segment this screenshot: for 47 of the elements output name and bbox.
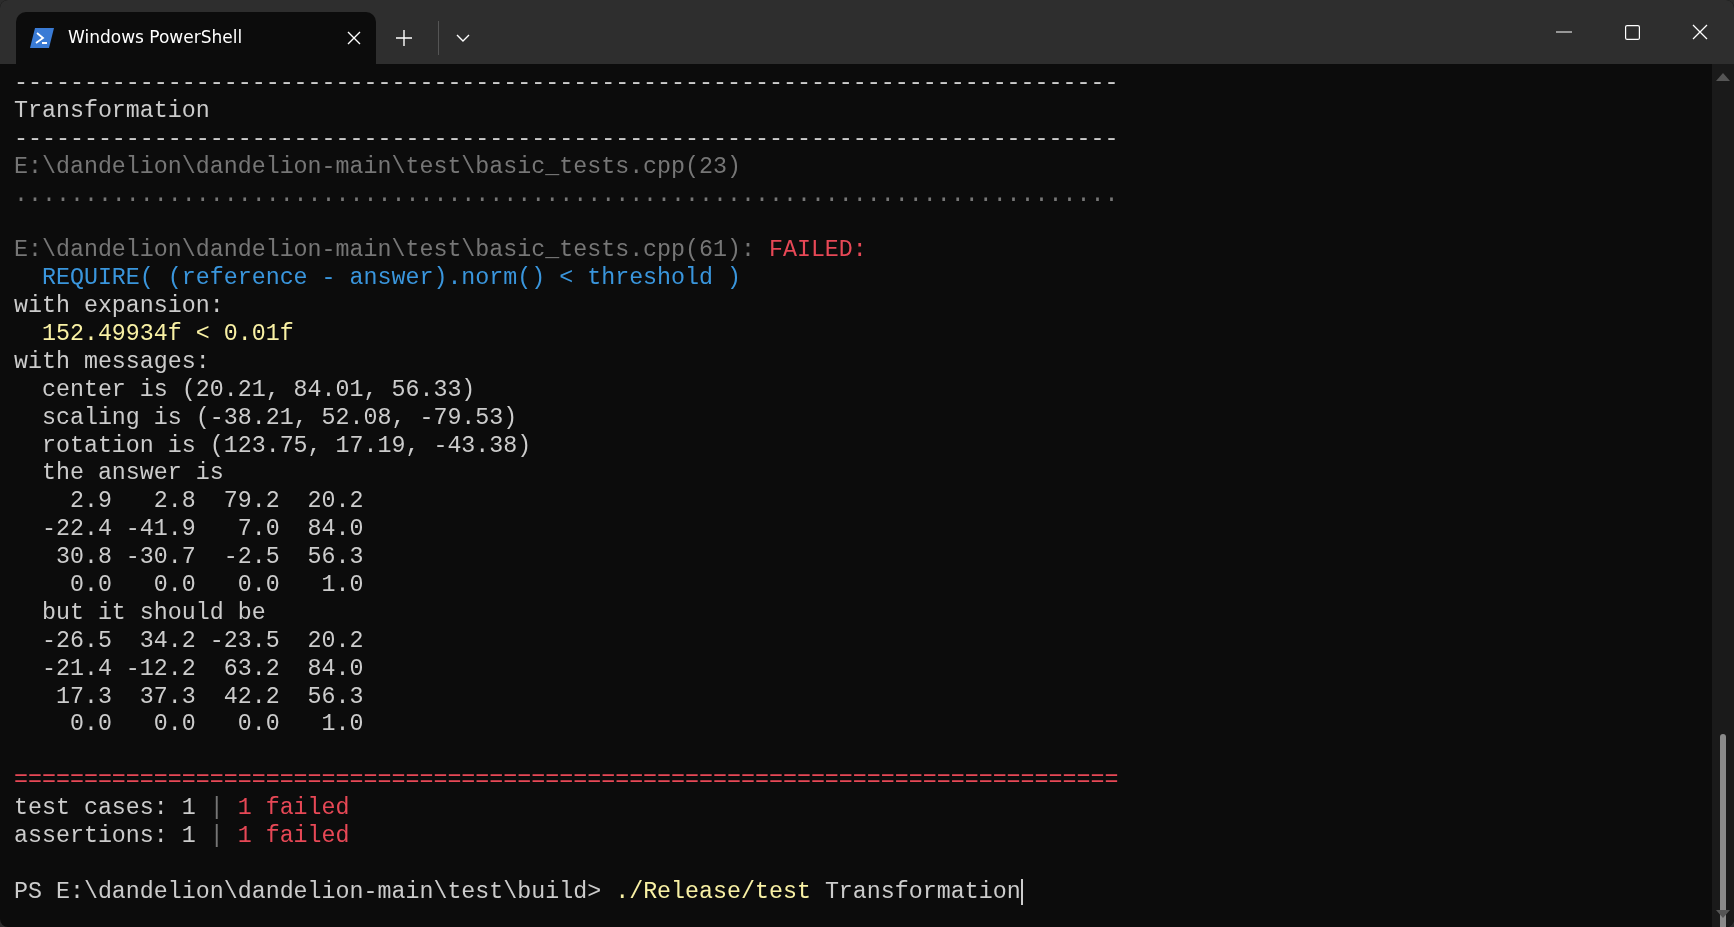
terminal-text: 30.8 -30.7 -2.5 56.3 [54,544,364,571]
terminal-text: E:\dandelion\dandelion-main\test\basic_tests.cpp(23) [14,153,741,180]
close-icon [1692,24,1708,40]
terminal-text: 0.0 0.0 0.0 1.0 [68,572,364,599]
terminal-text: =============================================================================== [14,767,1119,794]
text-cursor [1020,878,1023,905]
terminal-text: the answer is [40,460,224,487]
scroll-up-icon[interactable] [1716,72,1730,81]
terminal-text: Transformation [14,97,210,124]
terminal-text: E:\dandelion\dandelion-main\test\basic_tests.cpp(61): [14,237,755,264]
minimize-icon [1556,31,1572,33]
terminal-text: FAILED: [768,237,867,264]
terminal-text: 1 failed [237,795,350,822]
terminal-text: 152.49934f < 0.01f [40,321,294,347]
terminal-text: assertions: 1 [14,823,196,850]
plus-icon [396,30,412,46]
terminal-text: test cases: 1 [14,795,196,822]
scrollbar[interactable] [1712,64,1734,927]
terminal-text: -22.4 -41.9 7.0 84.0 [40,516,364,543]
terminal-text: center is (20.21, 84.01, 56.33) [40,376,476,403]
terminal-text: 17.3 37.3 42.2 56.3 [54,683,364,710]
terminal-text: rotation is (123.75, 17.19, -43.38) [40,432,532,459]
terminal-text: ------------------------------------------------------------------------------- [14,70,1119,96]
terminal-text: with expansion: [14,293,224,320]
scroll-down-icon[interactable] [1716,910,1730,919]
close-tab-icon[interactable] [346,30,362,46]
terminal-text: 1 failed [237,823,350,850]
terminal-text: 0.0 0.0 0.0 1.0 [68,711,364,738]
powershell-icon [30,28,54,48]
terminal-text: scaling is (-38.21, 52.08, -79.53) [40,404,518,431]
terminal-text: with messages: [14,348,210,375]
terminal-text: | [209,823,224,850]
maximize-icon [1624,24,1640,40]
terminal-text: but it should be [40,599,266,626]
chevron-down-icon [456,34,470,42]
terminal-text: | [209,795,224,822]
terminal-text: -26.5 34.2 -23.5 20.2 [40,627,364,654]
terminal-text: PS E:\dandelion\dandelion-main\test\build> [14,879,602,905]
terminal-text: ------------------------------------------------------------------------------- [14,125,1119,152]
terminal-text: ............................................................................... [14,181,1119,208]
terminal-text: -21.4 -12.2 63.2 84.0 [40,655,364,682]
scrollbar-thumb[interactable] [1720,734,1726,927]
terminal-text: REQUIRE( (reference - answer).norm() < threshold ) [40,265,741,292]
terminal-tab[interactable]: Windows PowerShell [16,12,376,64]
terminal-text: Transformation [824,879,1021,905]
terminal-text: 2.9 2.8 79.2 20.2 [68,488,364,515]
terminal-text: ./Release/test [615,879,811,905]
